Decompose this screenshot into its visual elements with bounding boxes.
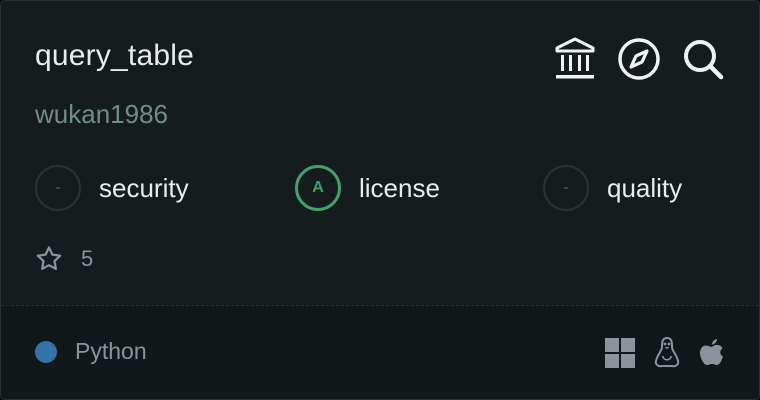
repo-title[interactable]: query_table: [35, 39, 194, 73]
star-icon: [36, 246, 62, 270]
license-grade: A: [295, 165, 341, 211]
windows-icon: [605, 338, 635, 368]
quality-label: quality: [607, 172, 683, 203]
language-name: Python: [75, 338, 147, 364]
bank-icon[interactable]: [553, 37, 597, 81]
star-count[interactable]: 5: [35, 245, 93, 273]
security-grade: -: [35, 165, 81, 211]
compass-icon[interactable]: [617, 37, 661, 81]
license-label: license: [359, 172, 440, 203]
security-label: security: [99, 172, 189, 203]
linux-icon: [654, 337, 680, 368]
search-icon[interactable]: [681, 37, 725, 81]
platforms: [605, 337, 725, 369]
star-count-value: 5: [81, 246, 94, 271]
score-quality[interactable]: - quality: [543, 165, 682, 211]
language: Python: [35, 338, 147, 365]
quality-grade: -: [543, 165, 589, 211]
repo-owner[interactable]: wukan1986: [35, 99, 168, 130]
score-security[interactable]: - security: [35, 165, 189, 211]
repo-card: query_table wukan1986 - security A licen…: [0, 0, 760, 400]
score-license[interactable]: A license: [295, 165, 440, 211]
language-color-dot: [35, 340, 57, 363]
apple-icon: [700, 339, 723, 365]
